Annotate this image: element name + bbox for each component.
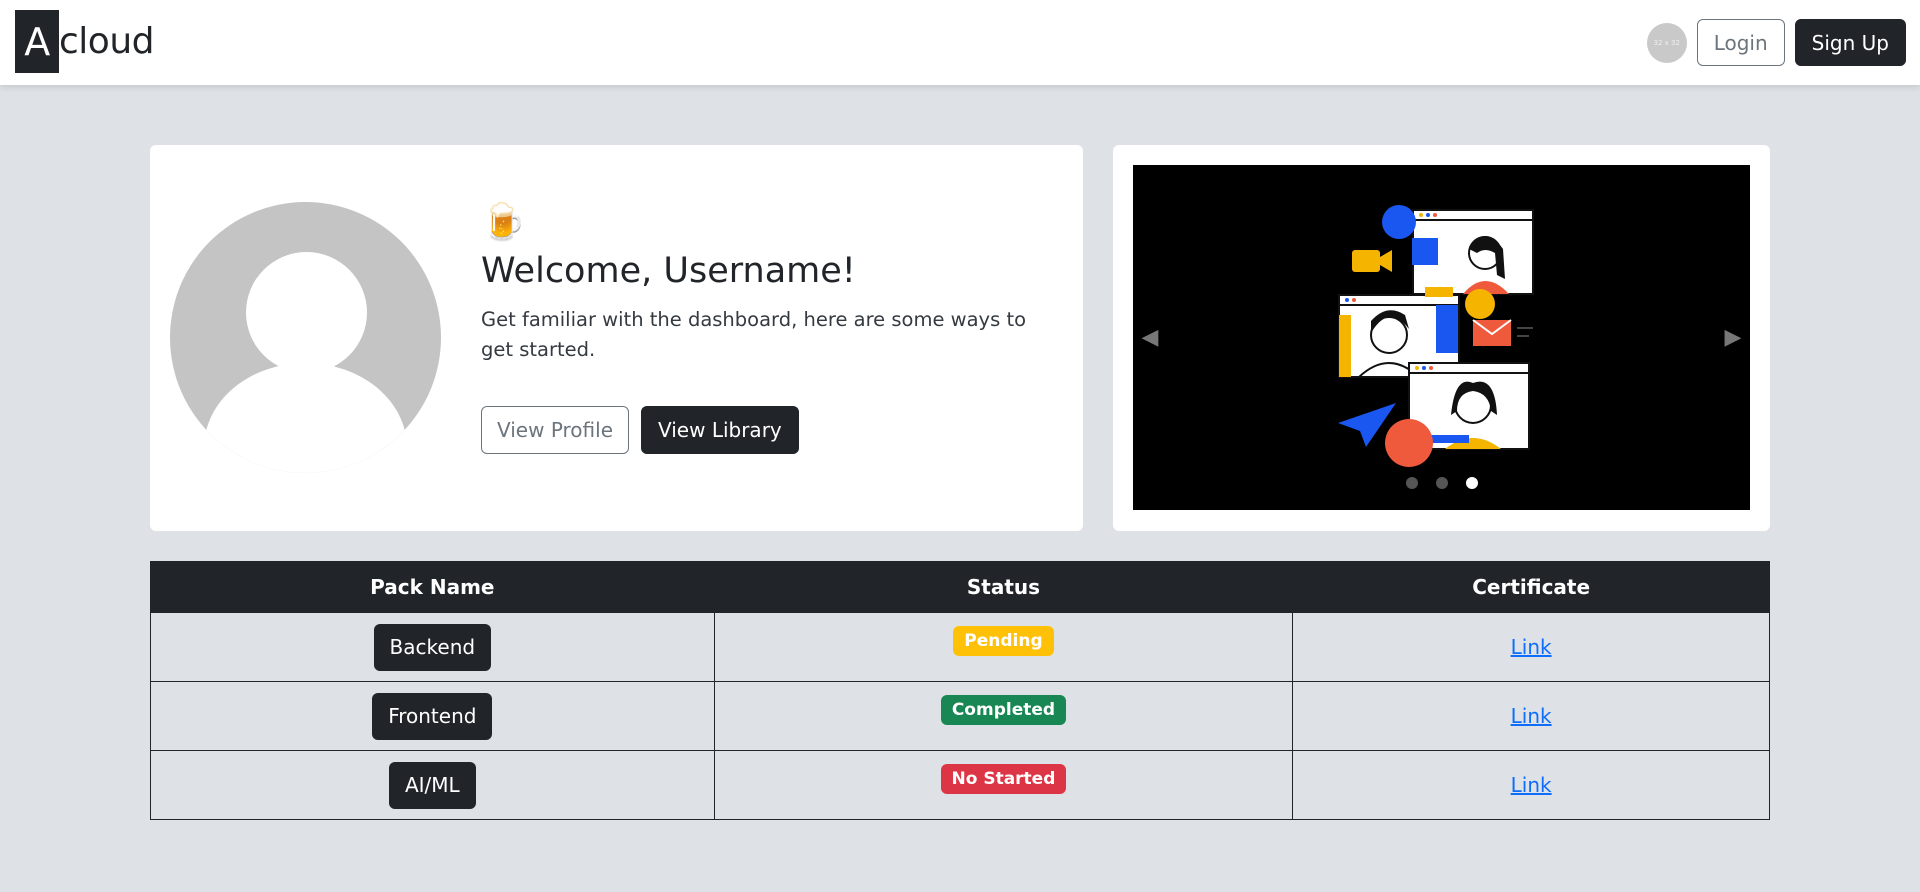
certificate-cell: Link xyxy=(1292,612,1770,682)
welcome-text: Get familiar with the dashboard, here ar… xyxy=(481,308,1027,361)
welcome-title: Welcome, Username! xyxy=(481,251,856,291)
packs-table: Pack Name Status Certificate Backend Pen… xyxy=(150,561,1770,820)
brand-logo[interactable]: Acloud xyxy=(15,10,155,73)
avatar-body-shape xyxy=(204,363,407,473)
chevron-left-icon: ◀ xyxy=(1141,324,1159,350)
carousel[interactable]: ◀ ▶ xyxy=(1133,165,1750,510)
pack-button-aiml[interactable]: AI/ML xyxy=(388,761,476,809)
carousel-indicator-2[interactable] xyxy=(1435,477,1448,489)
status-cell: Completed xyxy=(713,681,1294,751)
carousel-prev-button[interactable]: ◀ xyxy=(1135,317,1165,357)
pack-name-cell: AI/ML xyxy=(150,750,715,820)
view-profile-button[interactable]: View Profile xyxy=(481,406,630,454)
status-cell: Pending xyxy=(713,612,1294,682)
pack-button-backend[interactable]: Backend xyxy=(373,623,492,671)
status-badge: Pending xyxy=(953,626,1054,656)
brand-text: cloud xyxy=(59,21,155,62)
carousel-card: ◀ ▶ xyxy=(1113,145,1770,531)
login-button[interactable]: Login xyxy=(1696,19,1785,66)
carousel-indicator-1[interactable] xyxy=(1405,477,1418,489)
chevron-right-icon: ▶ xyxy=(1724,324,1742,350)
certificate-link[interactable]: Link xyxy=(1511,635,1552,659)
table-header-row: Pack Name Status Certificate xyxy=(150,561,1770,613)
profile-avatar xyxy=(170,202,441,473)
carousel-indicator-3[interactable] xyxy=(1465,477,1478,489)
beer-icon: 🍺 xyxy=(481,202,526,243)
avatar-placeholder-text: 32 x 32 xyxy=(1653,38,1680,47)
signup-button[interactable]: Sign Up xyxy=(1794,19,1906,66)
carousel-next-button[interactable]: ▶ xyxy=(1718,317,1748,357)
user-avatar[interactable]: 32 x 32 xyxy=(1646,22,1687,63)
status-badge: No Started xyxy=(940,764,1067,794)
navbar: Acloud 32 x 32 Login Sign Up xyxy=(0,0,1920,85)
header-certificate: Certificate xyxy=(1292,561,1770,613)
certificate-cell: Link xyxy=(1292,681,1770,751)
nav-actions: 32 x 32 Login Sign Up xyxy=(1646,19,1906,66)
pack-name-cell: Backend xyxy=(150,612,715,682)
certificate-link[interactable]: Link xyxy=(1511,704,1552,728)
pack-name-cell: Frontend xyxy=(150,681,715,751)
certificate-cell: Link xyxy=(1292,750,1770,820)
table-row: Backend Pending Link xyxy=(150,612,1770,682)
welcome-card: 🍺 Welcome, Username! Get familiar with t… xyxy=(150,145,1083,531)
carousel-indicators xyxy=(1133,477,1750,489)
status-cell: No Started xyxy=(713,750,1294,820)
header-pack-name: Pack Name xyxy=(150,561,715,613)
pack-button-frontend[interactable]: Frontend xyxy=(372,692,493,740)
status-badge: Completed xyxy=(940,695,1067,725)
table-row: Frontend Completed Link xyxy=(150,681,1770,751)
view-library-button[interactable]: View Library xyxy=(641,406,799,454)
video-call-illustration xyxy=(1338,205,1534,467)
avatar-head-shape xyxy=(246,252,367,373)
certificate-link[interactable]: Link xyxy=(1511,773,1552,797)
brand-letter: A xyxy=(15,10,59,73)
table-row: AI/ML No Started Link xyxy=(150,750,1770,820)
header-status: Status xyxy=(713,561,1294,613)
